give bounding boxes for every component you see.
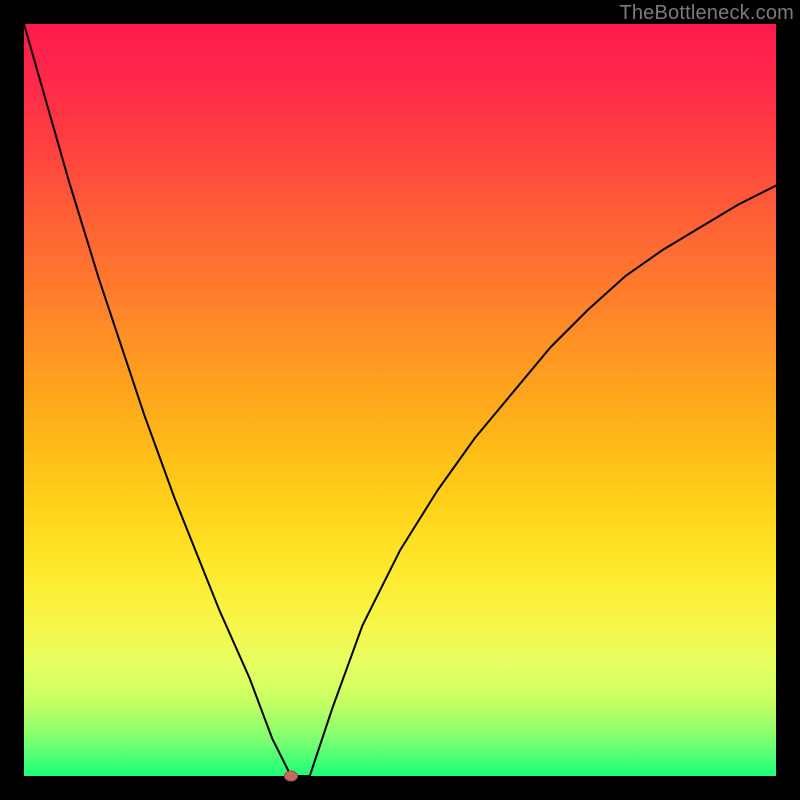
plot-area — [24, 24, 776, 776]
chart-frame: TheBottleneck.com — [0, 0, 800, 800]
minimum-marker — [284, 771, 298, 782]
watermark-text: TheBottleneck.com — [619, 2, 794, 25]
curve-svg — [24, 24, 776, 776]
bottleneck-curve — [24, 24, 776, 776]
